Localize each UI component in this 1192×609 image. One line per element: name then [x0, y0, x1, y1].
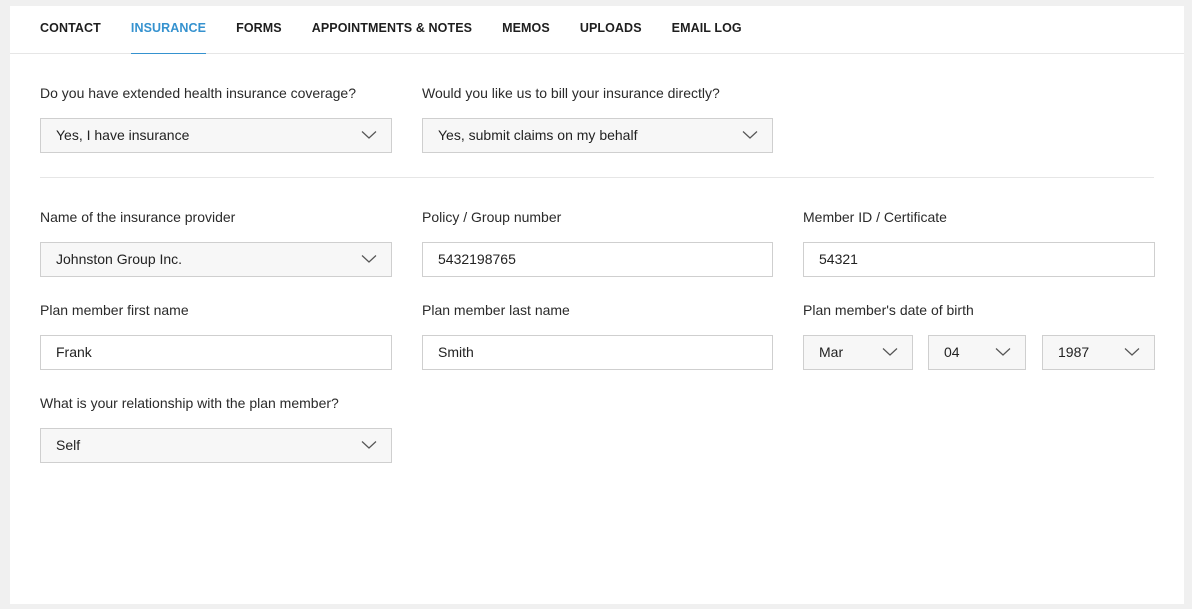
member-id-label: Member ID / Certificate [803, 209, 947, 225]
dob-month-value: Mar [819, 344, 844, 360]
tab-appointments-notes[interactable]: APPOINTMENTS & NOTES [312, 6, 472, 54]
member-id-field: Member ID / Certificate 54321 [803, 207, 1155, 277]
chevron-down-icon [1124, 347, 1140, 357]
provider-select[interactable]: Johnston Group Inc. [40, 242, 392, 277]
chevron-down-icon [361, 130, 377, 140]
dob-month-select[interactable]: Mar [803, 335, 913, 370]
billing-label: Would you like us to bill your insurance… [422, 85, 720, 101]
coverage-value: Yes, I have insurance [56, 127, 190, 143]
tab-bar: CONTACT INSURANCE FORMS APPOINTMENTS & N… [10, 6, 1184, 54]
provider-value: Johnston Group Inc. [56, 251, 183, 267]
dob-year-value: 1987 [1058, 344, 1090, 360]
provider-label: Name of the insurance provider [40, 209, 236, 225]
chevron-down-icon [361, 440, 377, 450]
last-name-label: Plan member last name [422, 302, 570, 318]
chevron-down-icon [742, 130, 758, 140]
coverage-label: Do you have extended health insurance co… [40, 85, 356, 101]
member-id-input[interactable]: 54321 [803, 242, 1155, 277]
billing-value: Yes, submit claims on my behalf [438, 127, 638, 143]
dob-year-select[interactable]: 1987 [1042, 335, 1155, 370]
relationship-label: What is your relationship with the plan … [40, 395, 339, 411]
billing-field: Would you like us to bill your insurance… [422, 83, 773, 153]
tab-memos[interactable]: MEMOS [502, 6, 550, 54]
chevron-down-icon [361, 254, 377, 264]
dob-field: Plan member's date of birth Mar 04 1987 [803, 300, 1155, 370]
relationship-select[interactable]: Self [40, 428, 392, 463]
provider-field: Name of the insurance provider Johnston … [40, 207, 392, 277]
tab-insurance[interactable]: INSURANCE [130, 6, 207, 54]
first-name-field: Plan member first name Frank [40, 300, 392, 370]
dob-day-value: 04 [944, 344, 960, 360]
relationship-field: What is your relationship with the plan … [40, 393, 392, 463]
relationship-value: Self [56, 437, 81, 453]
dob-label: Plan member's date of birth [803, 302, 974, 318]
policy-label: Policy / Group number [422, 209, 562, 225]
coverage-select[interactable]: Yes, I have insurance [40, 118, 392, 153]
first-name-label: Plan member first name [40, 302, 189, 318]
policy-input[interactable]: 5432198765 [422, 242, 773, 277]
first-name-input[interactable]: Frank [40, 335, 392, 370]
chevron-down-icon [882, 347, 898, 357]
policy-field: Policy / Group number 5432198765 [422, 207, 773, 277]
tab-contact[interactable]: CONTACT [40, 6, 101, 54]
coverage-field: Do you have extended health insurance co… [40, 83, 392, 153]
tab-email-log[interactable]: EMAIL LOG [672, 6, 742, 54]
billing-select[interactable]: Yes, submit claims on my behalf [422, 118, 773, 153]
last-name-field: Plan member last name Smith [422, 300, 773, 370]
patient-record-card: CONTACT INSURANCE FORMS APPOINTMENTS & N… [10, 6, 1184, 604]
tab-forms[interactable]: FORMS [236, 6, 282, 54]
section-divider [40, 177, 1154, 178]
last-name-input[interactable]: Smith [422, 335, 773, 370]
dob-day-select[interactable]: 04 [928, 335, 1026, 370]
tab-uploads[interactable]: UPLOADS [580, 6, 642, 54]
chevron-down-icon [995, 347, 1011, 357]
